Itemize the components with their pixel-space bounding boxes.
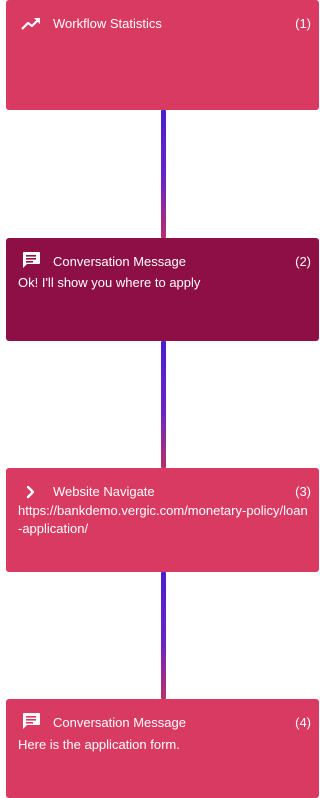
connector-3-4 bbox=[161, 572, 166, 699]
workflow-node-3[interactable]: Website Navigate (3) https://bankdemo.ve… bbox=[6, 468, 319, 572]
node-index: (3) bbox=[295, 484, 311, 499]
chevron-right-icon bbox=[20, 484, 42, 500]
node-index: (4) bbox=[295, 715, 311, 730]
chat-message-icon bbox=[20, 713, 42, 729]
workflow-node-4[interactable]: Conversation Message (4) Here is the app… bbox=[6, 699, 319, 798]
node-title: Website Navigate bbox=[53, 484, 155, 499]
node-title: Workflow Statistics bbox=[53, 16, 162, 31]
node-index: (2) bbox=[295, 254, 311, 269]
workflow-node-1[interactable]: Workflow Statistics (1) bbox=[6, 0, 319, 110]
node-body: https://bankdemo.vergic.com/monetary-pol… bbox=[18, 503, 308, 536]
trending-up-icon bbox=[20, 16, 42, 32]
workflow-node-2[interactable]: Conversation Message (2) Ok! I'll show y… bbox=[6, 238, 319, 341]
node-title: Conversation Message bbox=[53, 254, 186, 269]
node-body: Ok! I'll show you where to apply bbox=[18, 275, 201, 290]
node-title: Conversation Message bbox=[53, 715, 186, 730]
node-index: (1) bbox=[295, 16, 311, 31]
connector-1-2 bbox=[161, 110, 166, 238]
connector-2-3 bbox=[161, 341, 166, 468]
node-body: Here is the application form. bbox=[18, 737, 180, 752]
chat-message-icon bbox=[20, 252, 42, 268]
